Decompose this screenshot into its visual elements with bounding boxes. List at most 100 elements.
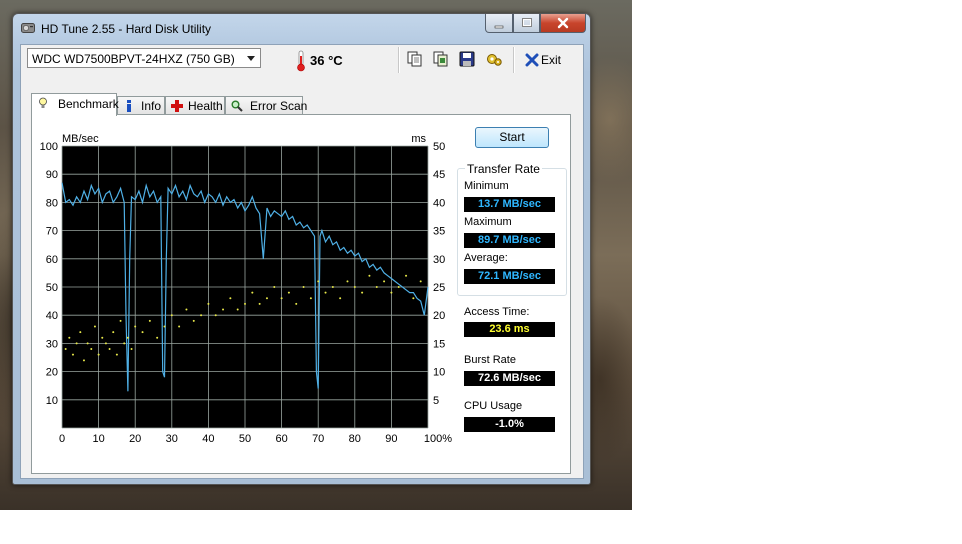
tab-info-label: Info [141, 99, 162, 113]
chart-y-tick-label-left: 90 [46, 169, 58, 181]
lightbulb-icon [39, 97, 47, 108]
chart-x-tick-label: 40 [202, 433, 214, 445]
magnifier-icon [231, 100, 243, 112]
benchmark-chart: MB/sec ms 0 10 20 30 40 50 60 70 80 90 100% 100 90 80… [40, 133, 453, 445]
chart-y-tick-label-right: 20 [433, 310, 445, 322]
access-time-point [287, 291, 290, 294]
tab-error-scan[interactable]: Error Scan [225, 96, 307, 115]
access-time-point [178, 325, 181, 328]
tab-benchmark[interactable]: Benchmark [31, 93, 119, 116]
minimize-icon [494, 25, 504, 29]
access-time-point [82, 359, 85, 362]
access-time-point [405, 274, 408, 277]
access-time-point [68, 336, 71, 339]
chart-x-tick-label: 100% [424, 433, 452, 445]
chart-x-tick-label: 10 [92, 433, 104, 445]
access-time-point [273, 286, 276, 288]
close-icon [557, 17, 569, 29]
copy-text-icon[interactable] [406, 50, 424, 68]
access-time-point [112, 331, 115, 334]
minimum-label: Minimum [464, 180, 509, 192]
chart-y-tick-label-right: 25 [433, 282, 445, 294]
chart-y-tick-label-left: 20 [46, 367, 58, 379]
access-time-point [302, 286, 305, 288]
access-time-point [222, 308, 225, 311]
access-time-point [200, 314, 203, 317]
access-time-point [119, 319, 122, 322]
window-title: HD Tune 2.55 - Hard Disk Utility [41, 22, 212, 36]
close-button[interactable] [540, 14, 586, 33]
access-time-point [170, 314, 173, 317]
chart-x-tick-label: 70 [312, 433, 324, 445]
access-time-point [207, 302, 210, 305]
minimum-value: 13.7 MB/sec [464, 197, 555, 212]
toolbar-separator [398, 47, 400, 73]
access-time-point [229, 297, 232, 300]
access-time-point [156, 336, 159, 339]
access-time-point [93, 325, 96, 328]
tab-health[interactable]: Health [165, 96, 225, 115]
chart-y-tick-label-right: 5 [433, 395, 439, 407]
chevron-down-icon [247, 56, 255, 61]
health-cross-icon [171, 100, 183, 112]
access-time-point [295, 302, 298, 305]
tab-health-label: Health [188, 99, 223, 113]
chart-y-tick-label-left: 30 [46, 338, 58, 350]
thermometer-icon [297, 50, 305, 72]
chart-x-tick-label: 50 [239, 433, 251, 445]
average-label: Average: [464, 252, 508, 264]
chart-x-tick-label: 20 [129, 433, 141, 445]
access-time-point [346, 280, 349, 283]
average-value: 72.1 MB/sec [464, 269, 555, 284]
access-time-point [331, 286, 334, 288]
access-time-point [280, 297, 283, 300]
access-time-point [192, 319, 195, 322]
transfer-rate-title: Transfer Rate [465, 162, 542, 176]
access-time-point [236, 308, 239, 311]
access-time-point [64, 348, 67, 351]
tab-error-scan-label: Error Scan [250, 99, 308, 113]
access-time-point [104, 342, 107, 345]
access-time-point [251, 291, 254, 294]
title-bar[interactable]: HD Tune 2.55 - Hard Disk Utility [13, 14, 590, 44]
exit-icon [525, 53, 539, 67]
access-time-point [361, 291, 364, 294]
access-time-point [123, 342, 126, 345]
tab-benchmark-label: Benchmark [58, 97, 119, 111]
chart-y-tick-label-left: 40 [46, 310, 58, 322]
access-time-point [101, 336, 104, 339]
access-time-point [126, 336, 129, 339]
copy-screenshot-icon[interactable] [432, 50, 450, 68]
drive-select[interactable]: WDC WD7500BPVT-24HXZ (750 GB) [27, 48, 261, 68]
start-button[interactable]: Start [475, 127, 549, 148]
chart-y-tick-label-right: 10 [433, 367, 445, 379]
chart-y-tick-label-right: 35 [433, 226, 445, 238]
access-time-point [134, 325, 137, 328]
maximum-value: 89.7 MB/sec [464, 233, 555, 248]
chart-ylabel-right: ms [411, 133, 426, 145]
maximize-icon [521, 18, 532, 27]
chart-x-tick-label: 60 [275, 433, 287, 445]
access-time-point [412, 297, 415, 300]
access-time-point [258, 302, 261, 305]
access-time-point [419, 280, 422, 283]
access-time-point [324, 291, 327, 294]
chart-x-tick-label: 0 [59, 433, 65, 445]
app-icon [21, 23, 35, 33]
options-icon[interactable] [485, 50, 503, 68]
maximum-label: Maximum [464, 216, 512, 228]
cpu-usage-label: CPU Usage [464, 400, 523, 412]
access-time-point [90, 348, 93, 351]
access-time-point [130, 348, 133, 351]
save-icon[interactable] [458, 50, 476, 68]
access-time-label: Access Time: [464, 306, 530, 318]
tab-info[interactable]: Info [117, 96, 165, 115]
access-time-point [309, 297, 312, 300]
access-time-value: 23.6 ms [464, 322, 555, 337]
access-time-point [375, 286, 378, 288]
chart-y-tick-label-right: 50 [433, 141, 445, 153]
minimize-button[interactable] [485, 14, 513, 33]
temperature-value: 36 °C [310, 53, 343, 68]
access-time-point [265, 297, 268, 300]
maximize-button[interactable] [513, 14, 540, 33]
